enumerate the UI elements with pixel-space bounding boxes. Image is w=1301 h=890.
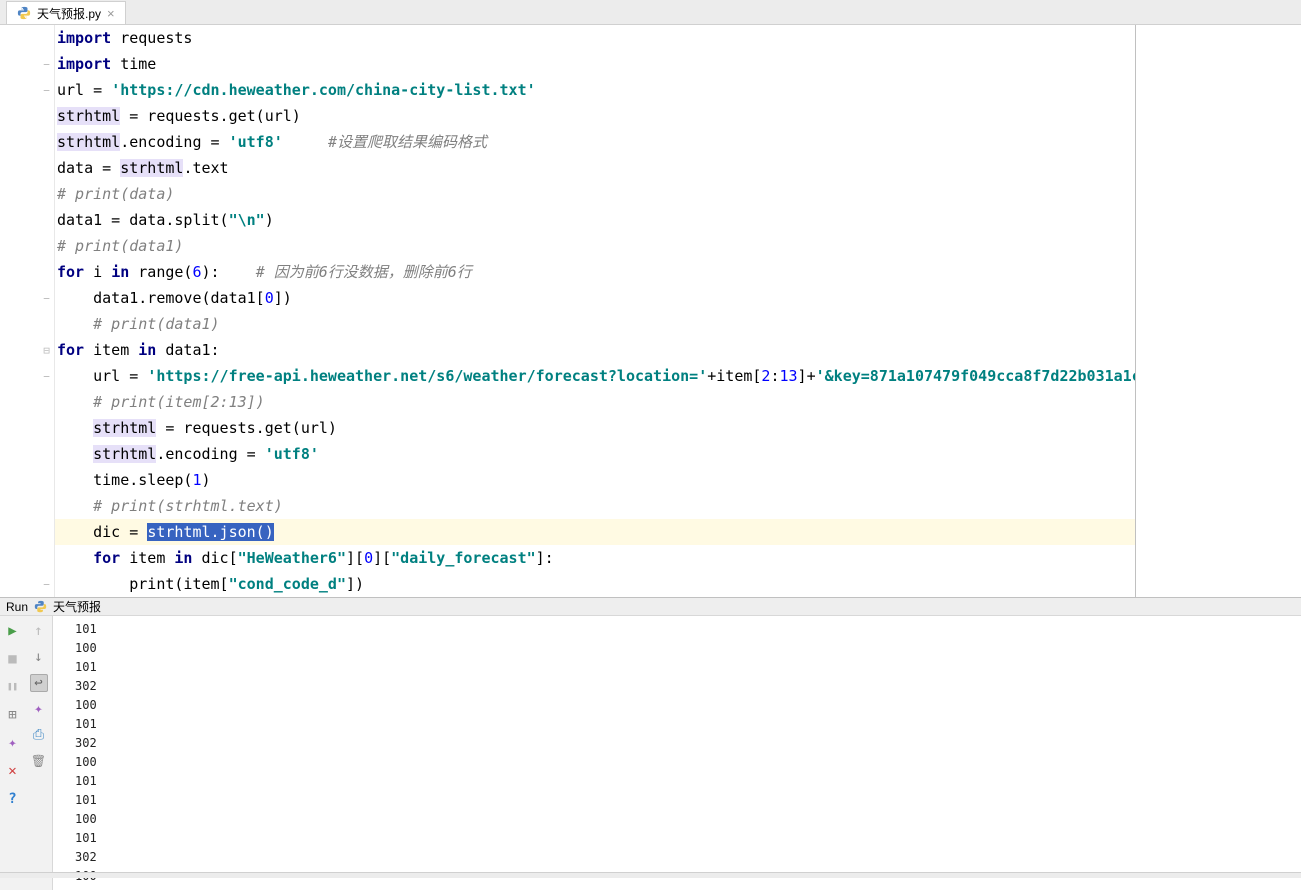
- tab-bar: 天气预报.py ×: [0, 0, 1301, 25]
- console-line: 100: [75, 639, 1301, 658]
- rerun-button[interactable]: ▶: [4, 622, 22, 640]
- console-line: 101: [75, 772, 1301, 791]
- fold-icon[interactable]: −: [41, 371, 52, 382]
- wand-button[interactable]: ✦: [4, 734, 22, 752]
- console-line: 101: [75, 715, 1301, 734]
- close-run-button[interactable]: ✕: [4, 762, 22, 780]
- console-line: 302: [75, 848, 1301, 867]
- run-tool-window: Run 天气预报 ▶ ■ ❚❚ ⊞ ✦ ✕ ? ↑ ↓ ↩ ✦ ⎙ 🗑: [0, 597, 1301, 872]
- console-output[interactable]: 1011001013021001013021001011011001013021…: [53, 616, 1301, 890]
- console-line: 100: [75, 753, 1301, 772]
- current-line: dic = strhtml.json(): [55, 519, 1135, 545]
- fold-icon[interactable]: −: [41, 579, 52, 590]
- python-icon: [34, 600, 47, 613]
- fold-icon[interactable]: −: [41, 59, 52, 70]
- run-panel-header[interactable]: Run 天气预报: [0, 598, 1301, 616]
- console-line: 101: [75, 658, 1301, 677]
- up-button[interactable]: ↑: [30, 622, 48, 640]
- editor-tab[interactable]: 天气预报.py ×: [6, 1, 126, 24]
- console-line: 302: [75, 734, 1301, 753]
- console-line: 302: [75, 677, 1301, 696]
- gutter[interactable]: − − − ⊟ − −: [0, 25, 55, 597]
- code-editor[interactable]: import requests import time url = 'https…: [55, 25, 1136, 597]
- layout-button[interactable]: ⊞: [4, 706, 22, 724]
- python-file-icon: [17, 6, 31, 20]
- down-button[interactable]: ↓: [30, 648, 48, 666]
- console-line: 101: [75, 829, 1301, 848]
- selection: strhtml.json(): [147, 523, 273, 541]
- stop-button[interactable]: ■: [4, 650, 22, 668]
- editor-margin: [1136, 25, 1301, 597]
- fold-icon[interactable]: −: [41, 293, 52, 304]
- run-toolbar-secondary: ↑ ↓ ↩ ✦ ⎙ 🗑: [25, 616, 53, 890]
- status-bar: [0, 872, 1301, 878]
- soft-wrap-button[interactable]: ↩: [30, 674, 48, 692]
- console-line: 101: [75, 620, 1301, 639]
- scroll-end-button[interactable]: ✦: [30, 700, 48, 718]
- pause-button[interactable]: ❚❚: [4, 678, 22, 696]
- print-button[interactable]: ⎙: [30, 726, 48, 744]
- close-icon[interactable]: ×: [107, 6, 115, 21]
- clear-all-button[interactable]: 🗑: [30, 752, 48, 770]
- help-button[interactable]: ?: [4, 790, 22, 808]
- run-script-name: 天气预报: [53, 598, 101, 615]
- fold-icon[interactable]: ⊟: [41, 345, 52, 356]
- console-line: 101: [75, 791, 1301, 810]
- console-line: 100: [75, 810, 1301, 829]
- fold-icon[interactable]: −: [41, 85, 52, 96]
- console-line: 100: [75, 696, 1301, 715]
- tab-filename: 天气预报.py: [37, 5, 101, 22]
- run-toolbar-primary: ▶ ■ ❚❚ ⊞ ✦ ✕ ?: [0, 616, 25, 890]
- run-label: Run: [6, 600, 28, 614]
- editor-area: − − − ⊟ − − import requests import time url =…: [0, 25, 1301, 597]
